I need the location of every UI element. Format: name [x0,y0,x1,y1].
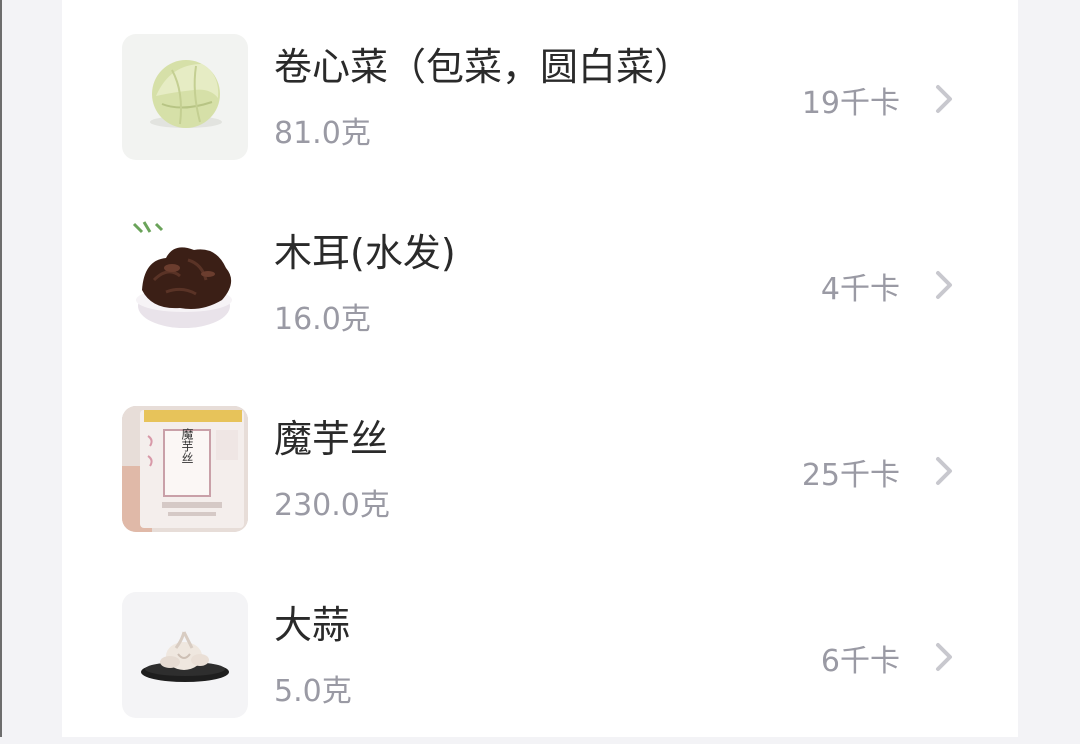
food-item-konjac[interactable]: 魔芋丝 魔芋丝 230.0克 25千卡 [62,372,1018,558]
konjac-package-image: 魔芋丝 [122,406,248,532]
food-name: 木耳(水发) [274,231,456,275]
screen-edge [0,0,2,737]
chevron-right-icon [936,457,952,485]
chevron-right-icon [936,643,952,671]
food-weight: 5.0克 [274,674,352,709]
food-list: 卷心菜（包菜，圆白菜） 81.0克 19千卡 木耳(水发) 16.0克 4千卡 [62,0,1018,737]
chevron-right-icon [936,271,952,299]
garlic-image [122,592,248,718]
wood-ear-image [122,220,248,346]
food-weight: 81.0克 [274,116,371,151]
food-item-cabbage[interactable]: 卷心菜（包菜，圆白菜） 81.0克 19千卡 [62,0,1018,186]
food-calories: 19千卡 [801,86,900,121]
package-label: 魔芋丝 [180,427,194,464]
food-calories: 25千卡 [801,458,900,493]
food-calories: 6千卡 [820,644,900,679]
food-item-wood-ear[interactable]: 木耳(水发) 16.0克 4千卡 [62,186,1018,372]
food-item-garlic[interactable]: 大蒜 5.0克 6千卡 [62,558,1018,744]
food-weight: 16.0克 [274,302,371,337]
chevron-right-icon [936,85,952,113]
food-calories: 4千卡 [820,272,900,307]
food-weight: 230.0克 [274,488,390,523]
food-name: 大蒜 [274,603,351,647]
cabbage-image [122,34,248,160]
food-name: 卷心菜（包菜，圆白菜） [274,45,693,89]
food-name: 魔芋丝 [274,417,389,461]
